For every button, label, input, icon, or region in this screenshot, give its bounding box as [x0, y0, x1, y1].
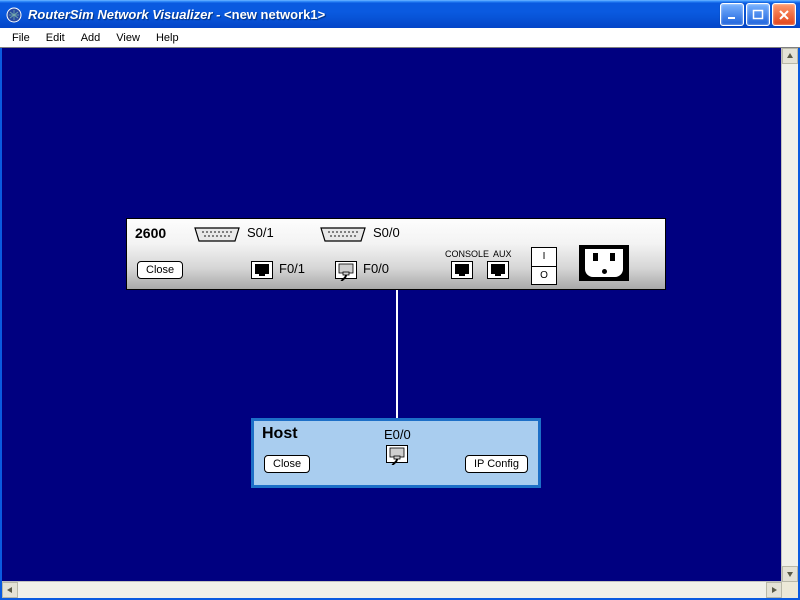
e00-label: E0/0: [384, 427, 411, 442]
scroll-left-button[interactable]: [2, 582, 18, 598]
router-close-button[interactable]: Close: [137, 261, 183, 279]
window-close-button[interactable]: [772, 3, 796, 26]
console-label: CONSOLE: [445, 249, 489, 259]
ethernet-port-connected-icon[interactable]: [386, 445, 408, 463]
aux-port-icon[interactable]: [487, 261, 509, 279]
switch-off-label: O: [532, 267, 556, 285]
switch-on-label: I: [532, 248, 556, 267]
scroll-down-button[interactable]: [782, 566, 798, 582]
serial-port-icon[interactable]: [193, 227, 241, 242]
host-close-button[interactable]: Close: [264, 455, 310, 473]
ip-config-button[interactable]: IP Config: [465, 455, 528, 473]
horizontal-scrollbar[interactable]: [2, 581, 782, 598]
ethernet-port-icon[interactable]: [251, 261, 273, 279]
vertical-scrollbar[interactable]: [781, 48, 798, 582]
serial00-label: S0/0: [373, 225, 400, 240]
host-label: Host: [262, 425, 298, 443]
aux-label: AUX: [493, 249, 512, 259]
f00-label: F0/0: [363, 261, 389, 276]
scroll-up-button[interactable]: [782, 48, 798, 64]
serial-port-icon[interactable]: [319, 227, 367, 242]
menu-view[interactable]: View: [108, 30, 148, 46]
menu-file[interactable]: File: [4, 30, 38, 46]
app-icon: [6, 7, 22, 23]
client-area: 2600 Close S0/1 S0/0 F0/1: [0, 48, 800, 600]
menu-add[interactable]: Add: [73, 30, 109, 46]
serial01-label: S0/1: [247, 225, 274, 240]
power-switch[interactable]: I O: [531, 247, 557, 285]
menu-bar: File Edit Add View Help: [0, 28, 800, 48]
power-socket-icon: [579, 245, 629, 281]
device-host[interactable]: Host Close E0/0 IP Config: [251, 418, 541, 488]
document-title: <new network1>: [224, 7, 325, 22]
menu-help[interactable]: Help: [148, 30, 187, 46]
f01-label: F0/1: [279, 261, 305, 276]
title-bar: RouterSim Network Visualizer - <new netw…: [0, 0, 800, 28]
router-model-label: 2600: [135, 225, 166, 241]
menu-edit[interactable]: Edit: [38, 30, 73, 46]
device-router-2600[interactable]: 2600 Close S0/1 S0/0 F0/1: [126, 218, 666, 290]
ethernet-port-connected-icon[interactable]: [335, 261, 357, 279]
network-cable: [396, 290, 398, 418]
network-canvas[interactable]: 2600 Close S0/1 S0/0 F0/1: [2, 48, 782, 582]
maximize-button[interactable]: [746, 3, 770, 26]
app-title: RouterSim Network Visualizer: [28, 7, 212, 22]
scroll-right-button[interactable]: [766, 582, 782, 598]
minimize-button[interactable]: [720, 3, 744, 26]
scroll-corner: [782, 582, 798, 598]
console-port-icon[interactable]: [451, 261, 473, 279]
